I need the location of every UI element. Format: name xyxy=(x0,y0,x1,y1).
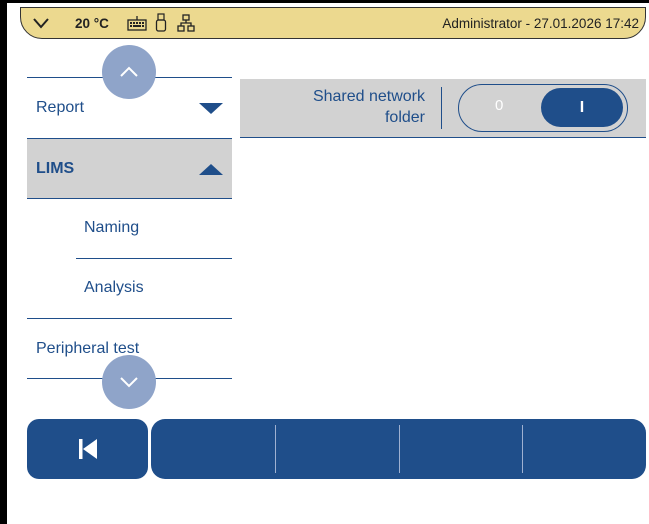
bottom-button-2[interactable] xyxy=(274,419,399,479)
skip-back-icon xyxy=(78,439,97,459)
status-bar: 20 °C Administrator - 27.01.2026 17:42 xyxy=(20,7,646,39)
user-datetime: Administrator - 27.01.2026 17:42 xyxy=(442,15,639,31)
chevron-down-icon[interactable] xyxy=(21,17,61,29)
window-frame-left xyxy=(0,0,7,524)
toggle-off-label[interactable]: 0 xyxy=(495,97,503,114)
usb-icon xyxy=(155,13,167,33)
bottom-button-3[interactable] xyxy=(398,419,523,479)
bottom-button-bar xyxy=(151,419,646,479)
sidebar-item-label: Report xyxy=(36,99,85,116)
setting-separator xyxy=(441,87,442,129)
toggle-on-knob[interactable]: I xyxy=(541,88,623,127)
expand-triangle-icon xyxy=(199,103,223,114)
sidebar-subitem-label: Naming xyxy=(84,219,140,236)
chevron-down-icon xyxy=(120,377,138,388)
sidebar-item-label: LIMS xyxy=(36,160,75,177)
window-frame-top xyxy=(0,0,649,3)
setting-row-shared-network-folder: Shared network folder 0 I xyxy=(240,79,646,138)
bottom-button-4[interactable] xyxy=(522,419,646,479)
setting-label: Shared network folder xyxy=(312,88,425,126)
temperature-readout: 20 °C xyxy=(75,15,109,31)
collapse-triangle-icon xyxy=(199,164,223,175)
scroll-up-button[interactable] xyxy=(102,45,156,99)
back-button[interactable] xyxy=(27,419,148,479)
chevron-up-icon xyxy=(120,66,138,77)
keyboard-icon xyxy=(127,15,147,31)
bottom-button-1[interactable] xyxy=(151,419,275,479)
sidebar-subitem-analysis[interactable]: Analysis xyxy=(76,258,232,318)
sidebar-subitem-naming[interactable]: Naming xyxy=(76,198,232,258)
sidebar-item-lims[interactable]: LIMS xyxy=(27,139,232,199)
network-icon xyxy=(177,14,195,32)
scroll-down-button[interactable] xyxy=(102,355,156,409)
shared-network-folder-toggle[interactable]: 0 I xyxy=(458,84,628,132)
sidebar-subitem-label: Analysis xyxy=(84,279,144,296)
